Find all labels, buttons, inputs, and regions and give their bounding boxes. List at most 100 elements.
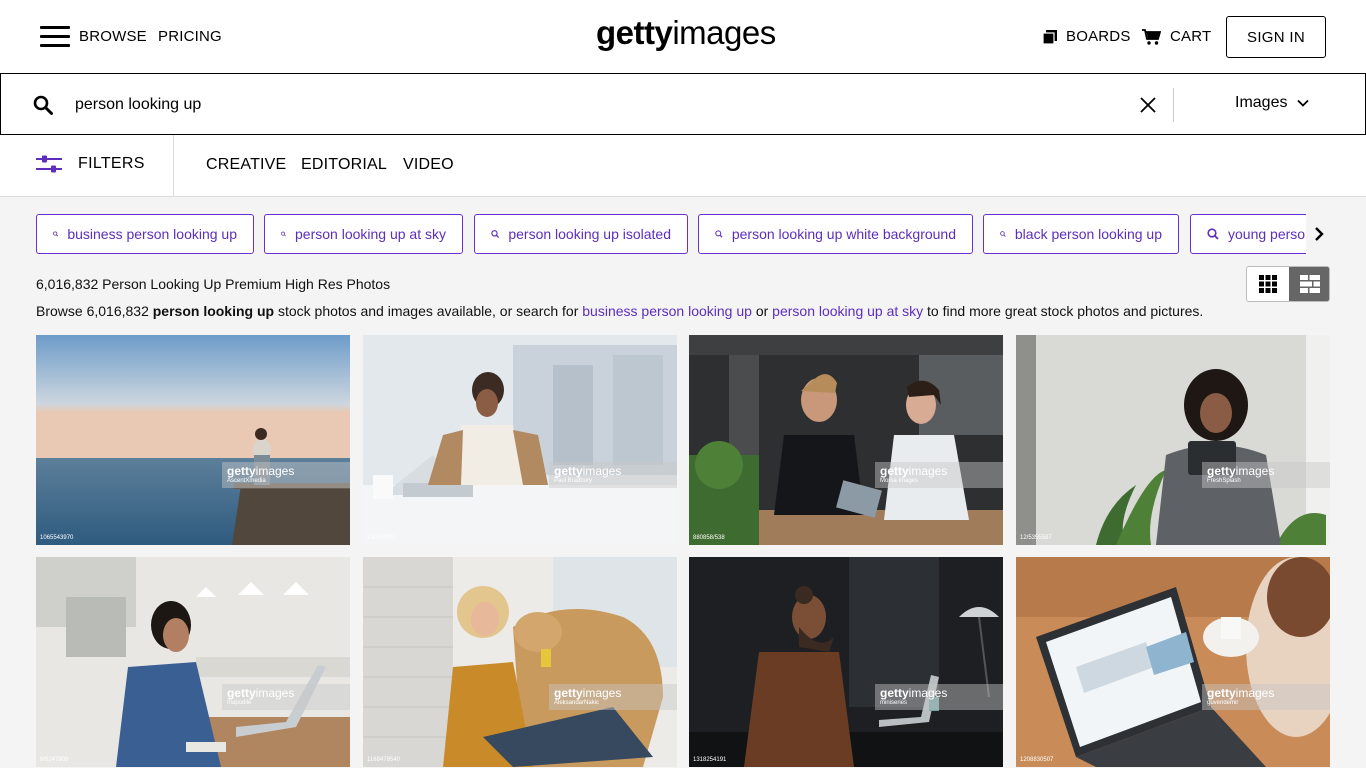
image-tile-woman-kitchen-laptop[interactable]: gettyimages mapodile 8/5247808: [36, 557, 350, 767]
filter-bar: FILTERS CREATIVE EDITORIAL VIDEO: [0, 135, 1366, 197]
search-icon: [281, 231, 286, 237]
photo-woman-laptop-office: [363, 335, 677, 545]
image-tile-woman-with-dog[interactable]: gettyimages AleksandarNakic 1168478540: [363, 557, 677, 767]
photo-man-laptop-night: [689, 557, 1003, 767]
related-search-chip[interactable]: business person looking up: [36, 214, 254, 254]
photo-credit: miniseries: [880, 700, 908, 706]
getty-watermark: gettyimages FreshSplash: [1202, 462, 1330, 488]
search-icon[interactable]: [33, 95, 53, 115]
getty-watermark: gettyimages AscentXmedia: [222, 462, 350, 488]
filters-sliders-icon: [36, 155, 62, 173]
browse-query: person looking up: [152, 303, 275, 319]
image-tile-woman-by-sea[interactable]: gettyimages AscentXmedia 1065543970: [36, 335, 350, 545]
media-type-label: Images: [1235, 94, 1288, 111]
related-search-chip[interactable]: person looking up isolated: [474, 214, 688, 254]
boards-icon: [1043, 29, 1057, 44]
related-search-label: black person looking up: [1014, 226, 1162, 242]
cart-icon: [1142, 28, 1161, 45]
related-search-label: young person looking up: [1228, 226, 1306, 242]
watermark-logo-bold: getty: [227, 686, 256, 700]
photo-woman-with-dog: [363, 557, 677, 767]
asset-id: 1208830507: [1020, 757, 1054, 763]
search-icon: [53, 231, 59, 237]
related-search-label: person looking up at sky: [295, 226, 446, 242]
tab-editorial[interactable]: EDITORIAL: [301, 156, 387, 174]
photo-laptop-online-education: [1016, 557, 1330, 767]
related-link-sky[interactable]: person looking up at sky: [772, 303, 923, 319]
photo-woman-tablet-plant: [1016, 335, 1330, 545]
cart-link[interactable]: CART: [1142, 28, 1211, 45]
watermark-logo-light: images: [908, 686, 948, 700]
chevron-right-icon[interactable]: [1311, 224, 1327, 244]
asset-id: 8/5247808: [40, 757, 69, 763]
photo-credit: FreshSplash: [1207, 478, 1241, 484]
getty-watermark: gettyimages guvendemir: [1202, 684, 1330, 710]
grid-view-button[interactable]: [1247, 267, 1289, 301]
watermark-logo-light: images: [1235, 686, 1275, 700]
menu-icon[interactable]: [40, 26, 70, 48]
image-tile-man-laptop-night[interactable]: gettyimages miniseries 1318254191: [689, 557, 1003, 767]
browse-mid: stock photos and images available, or se…: [274, 303, 583, 319]
search-icon: [715, 230, 723, 238]
related-search-chip[interactable]: person looking up at sky: [264, 214, 463, 254]
watermark-logo-light: images: [255, 686, 295, 700]
cart-label: CART: [1170, 28, 1212, 45]
media-type-dropdown[interactable]: Images: [1235, 94, 1310, 112]
tab-video[interactable]: VIDEO: [403, 156, 454, 174]
search-divider: [1173, 88, 1174, 122]
view-toggle: [1246, 266, 1330, 302]
photo-woman-kitchen-laptop: [36, 557, 350, 767]
logo-text-bold: getty: [596, 14, 673, 51]
asset-id: 1318254191: [693, 757, 727, 763]
result-count-heading: 6,016,832 Person Looking Up Premium High…: [36, 276, 391, 292]
related-search-label: person looking up isolated: [508, 226, 671, 242]
image-tile-laptop-online-education[interactable]: gettyimages guvendemir 1208830507: [1016, 557, 1330, 767]
watermark-logo-light: images: [582, 686, 622, 700]
getty-watermark: gettyimages miniseries: [875, 684, 1003, 710]
search-bar: Images: [0, 73, 1366, 135]
watermark-logo-bold: getty: [880, 686, 909, 700]
filter-divider: [173, 135, 174, 197]
watermark-logo-light: images: [1235, 464, 1275, 478]
search-icon: [1000, 231, 1006, 237]
browse-suffix: to find more great stock photos and pict…: [923, 303, 1204, 319]
watermark-logo-bold: getty: [1207, 686, 1236, 700]
search-input[interactable]: [75, 90, 1115, 120]
photo-credit: guvendemir: [1207, 700, 1239, 706]
image-tile-woman-tablet-plant[interactable]: gettyimages FreshSplash 12/5355587: [1016, 335, 1330, 545]
related-search-chip[interactable]: black person looking up: [983, 214, 1179, 254]
grid-icon: [1259, 275, 1277, 293]
getty-watermark: gettyimages Paul Bradbury: [549, 462, 677, 488]
photo-credit: AleksandarNakic: [554, 700, 600, 706]
browse-description: Browse 6,016,832 person looking up stock…: [36, 303, 1203, 319]
boards-link[interactable]: BOARDS: [1043, 28, 1131, 45]
watermark-logo-bold: getty: [880, 464, 909, 478]
related-link-business[interactable]: business person looking up: [582, 303, 752, 319]
pricing-link[interactable]: PRICING: [158, 28, 222, 45]
search-icon: [491, 230, 500, 238]
mosaic-icon: [1300, 275, 1320, 293]
related-search-label: person looking up white background: [731, 226, 956, 242]
watermark-logo-bold: getty: [554, 686, 583, 700]
mosaic-view-button[interactable]: [1289, 267, 1329, 301]
related-search-chip[interactable]: young person looking up: [1190, 214, 1306, 254]
watermark-logo-light: images: [908, 464, 948, 478]
getty-watermark: gettyimages Morsa Images: [875, 462, 1003, 488]
photo-credit: Morsa Images: [880, 478, 919, 484]
related-searches: business person looking up person lookin…: [36, 214, 1306, 254]
image-tile-woman-laptop-office[interactable]: gettyimages Paul Bradbury 15/850581: [363, 335, 677, 545]
tab-creative[interactable]: CREATIVE: [206, 156, 286, 174]
image-tile-colleagues-tablet[interactable]: gettyimages Morsa Images 880858/538: [689, 335, 1003, 545]
getty-watermark: gettyimages AleksandarNakic: [549, 684, 677, 710]
related-search-chip[interactable]: person looking up white background: [698, 214, 973, 254]
boards-label: BOARDS: [1066, 28, 1131, 45]
clear-search-icon[interactable]: [1139, 96, 1157, 114]
filters-button[interactable]: FILTERS: [36, 155, 145, 173]
related-search-label: business person looking up: [67, 226, 237, 242]
filters-label: FILTERS: [78, 155, 145, 172]
sign-in-button[interactable]: SIGN IN: [1226, 16, 1326, 58]
gettyimages-logo[interactable]: gettyimages: [596, 14, 776, 52]
watermark-logo-bold: getty: [1207, 464, 1236, 478]
chevron-down-icon: [1297, 99, 1310, 107]
browse-link[interactable]: BROWSE: [79, 28, 147, 45]
